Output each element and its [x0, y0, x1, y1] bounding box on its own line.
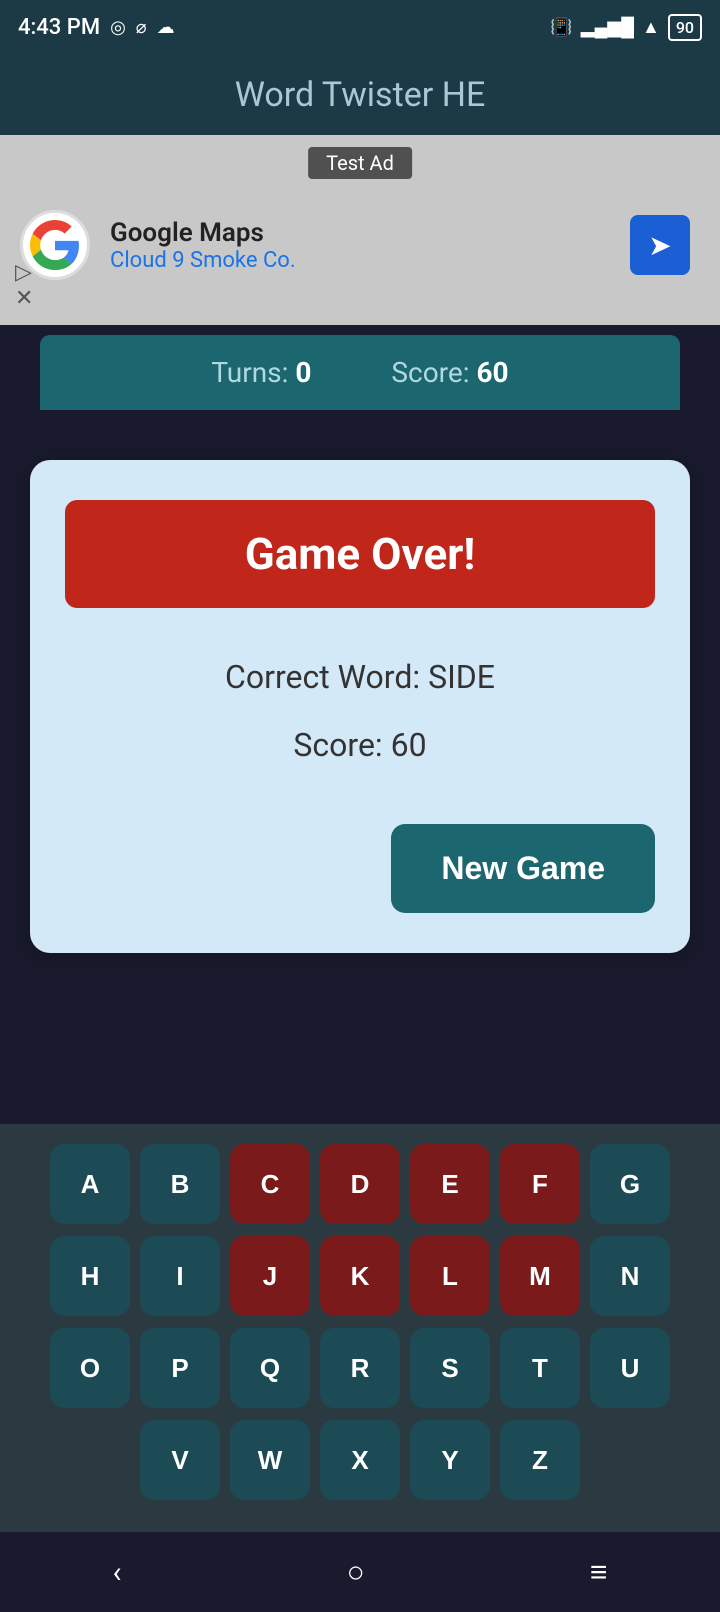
correct-word-display: Correct Word: SIDE — [65, 658, 655, 696]
ad-content: Google Maps Cloud 9 Smoke Co. — [20, 210, 296, 280]
app-title: Word Twister HE — [235, 75, 486, 115]
whatsapp-icon: ◎ — [110, 17, 126, 38]
vibrate-icon: 📳 — [550, 17, 572, 38]
key-u[interactable]: U — [590, 1328, 670, 1408]
key-e[interactable]: E — [410, 1144, 490, 1224]
ad-business-name: Google Maps — [110, 218, 296, 248]
key-r[interactable]: R — [320, 1328, 400, 1408]
key-k[interactable]: K — [320, 1236, 400, 1316]
key-v[interactable]: V — [140, 1420, 220, 1500]
keyboard-row-2: OPQRSTU — [10, 1328, 710, 1408]
ad-arrow-icon[interactable]: ➤ — [630, 215, 690, 275]
keyboard-row-3: VWXYZ — [10, 1420, 710, 1500]
key-o[interactable]: O — [50, 1328, 130, 1408]
key-q[interactable]: Q — [230, 1328, 310, 1408]
status-right: 📳 ▂▄▆█ ▲ 90 — [550, 14, 702, 41]
game-over-modal: Game Over! Correct Word: SIDE Score: 60 … — [30, 460, 690, 953]
wifi-icon: ▲ — [642, 17, 660, 38]
usb-icon: ⌀ — [136, 17, 147, 38]
ad-text: Google Maps Cloud 9 Smoke Co. — [110, 218, 296, 273]
key-a[interactable]: A — [50, 1144, 130, 1224]
ad-x-icon: ✕ — [15, 288, 33, 310]
score-display: Score: 60 — [65, 726, 655, 764]
key-n[interactable]: N — [590, 1236, 670, 1316]
menu-button[interactable]: ≡ — [590, 1555, 608, 1590]
key-z[interactable]: Z — [500, 1420, 580, 1500]
key-m[interactable]: M — [500, 1236, 580, 1316]
score-label: Score: 60 — [391, 356, 508, 389]
keyboard-area: ABCDEFG HIJKLMN OPQRSTU VWXYZ — [0, 1124, 720, 1532]
status-bar: 4:43 PM ◎ ⌀ ☁ 📳 ▂▄▆█ ▲ 90 — [0, 0, 720, 55]
status-time: 4:43 PM — [18, 15, 100, 40]
key-h[interactable]: H — [50, 1236, 130, 1316]
key-b[interactable]: B — [140, 1144, 220, 1224]
stats-bar: Turns: 0 Score: 60 — [40, 335, 680, 410]
key-l[interactable]: L — [410, 1236, 490, 1316]
ad-play-icon: ▷ — [15, 262, 33, 284]
nav-bar: ‹ ○ ≡ — [0, 1532, 720, 1612]
key-i[interactable]: I — [140, 1236, 220, 1316]
app-header: Word Twister HE — [0, 55, 720, 135]
key-s[interactable]: S — [410, 1328, 490, 1408]
ad-business-sub: Cloud 9 Smoke Co. — [110, 248, 296, 273]
ad-banner[interactable]: Test Ad Google Maps Cloud 9 Smoke Co. ➤ … — [0, 135, 720, 325]
status-left: 4:43 PM ◎ ⌀ ☁ — [18, 15, 175, 40]
new-game-button[interactable]: New Game — [391, 824, 655, 913]
key-x[interactable]: X — [320, 1420, 400, 1500]
signal-icon: ▂▄▆█ — [581, 17, 634, 38]
keyboard-row-0: ABCDEFG — [10, 1144, 710, 1224]
score-value: 60 — [476, 356, 508, 389]
key-c[interactable]: C — [230, 1144, 310, 1224]
key-t[interactable]: T — [500, 1328, 580, 1408]
test-ad-label: Test Ad — [308, 147, 412, 179]
back-button[interactable]: ‹ — [113, 1555, 122, 1590]
key-p[interactable]: P — [140, 1328, 220, 1408]
key-d[interactable]: D — [320, 1144, 400, 1224]
key-j[interactable]: J — [230, 1236, 310, 1316]
keyboard-row-1: HIJKLMN — [10, 1236, 710, 1316]
ad-close-icons: ▷ ✕ — [15, 262, 33, 310]
turns-value: 0 — [295, 356, 311, 389]
home-button[interactable]: ○ — [347, 1555, 365, 1590]
cloud-icon: ☁ — [157, 17, 175, 38]
game-over-text: Game Over! — [245, 528, 475, 580]
key-f[interactable]: F — [500, 1144, 580, 1224]
key-w[interactable]: W — [230, 1420, 310, 1500]
key-y[interactable]: Y — [410, 1420, 490, 1500]
key-g[interactable]: G — [590, 1144, 670, 1224]
game-over-banner: Game Over! — [65, 500, 655, 608]
battery-icon: 90 — [668, 14, 702, 41]
turns-label: Turns: 0 — [211, 356, 311, 389]
